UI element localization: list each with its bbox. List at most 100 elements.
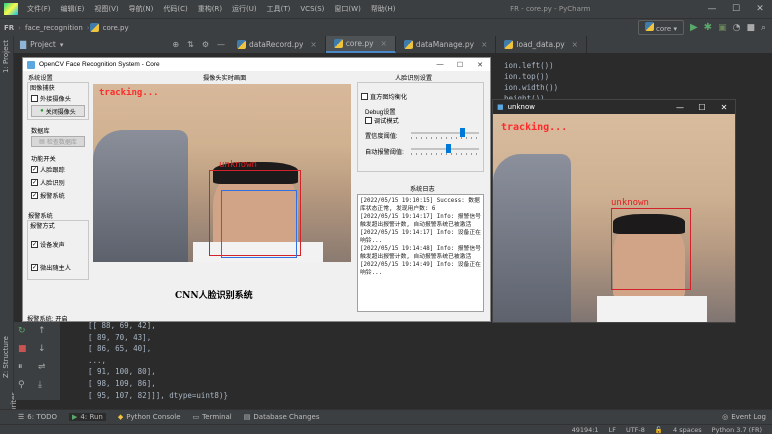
python-file-icon [89, 23, 99, 32]
run-icon[interactable]: ▶ [690, 22, 698, 33]
run-console[interactable]: [[ 88, 69, 42], [ 89, 70, 43], [ 86, 65,… [62, 320, 762, 401]
search-icon[interactable]: ⌕ [761, 23, 766, 33]
python-file-icon [403, 40, 413, 49]
cursor-position[interactable]: 49194:1 [572, 426, 599, 434]
confidence-threshold-slider[interactable] [411, 127, 479, 139]
menu-vcs[interactable]: VCS(S) [295, 5, 329, 13]
device-sound-checkbox[interactable]: ✓ 设备发声 [31, 240, 65, 249]
auto-alarm-threshold-slider[interactable] [411, 143, 479, 155]
tab-core[interactable]: core.py × [325, 36, 396, 53]
maximize-icon[interactable]: ☐ [724, 4, 748, 14]
close-icon[interactable]: × [481, 40, 487, 49]
menu-file[interactable]: 文件(F) [22, 4, 56, 14]
chevron-down-icon[interactable]: ▾ [60, 41, 64, 49]
menu-window[interactable]: 窗口(W) [329, 4, 365, 14]
close-icon[interactable]: ✕ [748, 4, 772, 14]
run-config-select[interactable]: core ▾ [637, 20, 684, 35]
slider-handle[interactable] [460, 128, 465, 137]
pause-icon[interactable]: ⏸ [18, 362, 23, 372]
breadcrumb-folder[interactable]: face_recognition [21, 24, 87, 32]
terminal-tool-button[interactable]: ▭ Terminal [193, 413, 232, 421]
python-interpreter[interactable]: Python 3.7 (FR) [712, 426, 762, 434]
slider-handle[interactable] [446, 144, 452, 153]
tab-datamanage[interactable]: dataManage.py × [396, 36, 497, 53]
tab-datarecord[interactable]: dataRecord.py × [229, 36, 326, 53]
editor-code[interactable]: ion.left()) ion.top()) ion.width()) heig… [492, 60, 772, 104]
tracking-status-text: tracking... [99, 88, 159, 98]
scroll-end-icon[interactable]: ⤓ [38, 380, 42, 390]
minimize-icon[interactable]: — [669, 103, 691, 112]
project-tool-tab[interactable]: 1: Project [2, 40, 10, 73]
check-database-button[interactable]: ▤ 检查数据库 [31, 136, 85, 147]
project-panel-title[interactable]: Project [30, 40, 56, 49]
up-icon[interactable]: ↑ [38, 326, 46, 336]
log-entry: [2022/05/15 19:14:48] Info: 报警信号触发超出报警计数… [360, 246, 481, 260]
notify-owner-checkbox[interactable]: ✓ 微出随主人 [31, 263, 71, 272]
lock-icon[interactable]: 🔓 [655, 426, 663, 434]
down-icon[interactable]: ↓ [38, 344, 46, 354]
terminal-icon: ▭ [192, 413, 200, 421]
stop-icon[interactable]: ■ [746, 23, 755, 33]
todo-tool-button[interactable]: ☰ 6: TODO [18, 413, 57, 421]
close-icon[interactable]: × [381, 39, 387, 48]
locate-icon[interactable]: ⊕ [172, 40, 179, 49]
close-icon[interactable]: × [310, 40, 316, 49]
hide-icon[interactable]: — [217, 40, 225, 49]
maximize-icon[interactable]: ☐ [691, 103, 713, 112]
checkbox-label: 报警系统 [40, 193, 65, 200]
minimize-icon[interactable]: — [700, 4, 724, 14]
database-changes-tool-button[interactable]: ▤ Database Changes [244, 413, 320, 421]
menu-tools[interactable]: 工具(T) [262, 4, 296, 14]
event-log-button[interactable]: ◎ Event Log [722, 413, 772, 421]
python-file-icon [333, 39, 343, 48]
collapse-icon[interactable]: ⇅ [187, 40, 194, 49]
editor-tabs: dataRecord.py × core.py × dataManage.py × l… [229, 36, 772, 53]
checkbox-label: 人脸跟踪 [40, 167, 65, 174]
file-encoding[interactable]: UTF-8 [626, 426, 645, 434]
close-icon[interactable]: × [572, 40, 578, 49]
face-recognition-checkbox[interactable]: ✓ 人脸识别 [31, 178, 65, 187]
histogram-eq-checkbox[interactable]: 直方图均衡化 [361, 92, 407, 101]
maximize-icon[interactable]: ☐ [450, 61, 470, 69]
rerun-icon[interactable]: ↻ [18, 326, 26, 336]
recognition-settings-title: 人脸识别设置 [395, 75, 433, 82]
menu-code[interactable]: 代码(C) [158, 4, 192, 14]
menu-help[interactable]: 帮助(H) [366, 4, 401, 14]
profile-icon[interactable]: ◔ [733, 23, 741, 33]
tracking-status-text: tracking... [501, 122, 568, 133]
wrap-icon[interactable]: ⇌ [38, 362, 46, 372]
breadcrumb-project[interactable]: FR [0, 24, 18, 32]
indent-setting[interactable]: 4 spaces [673, 426, 702, 434]
coverage-icon[interactable]: ▣ [718, 23, 727, 33]
python-console-tool-button[interactable]: ◆ Python Console [118, 413, 181, 421]
system-log[interactable]: [2022/05/15 19:10:15] Success: 数据库状态正常, … [357, 194, 484, 312]
menu-refactor[interactable]: 重构(R) [193, 4, 227, 14]
close-icon[interactable]: ✕ [713, 103, 735, 112]
debug-icon[interactable]: ✱ [704, 22, 712, 33]
stop-icon[interactable]: ■ [18, 344, 27, 354]
menu-run[interactable]: 运行(U) [227, 4, 262, 14]
menu-view[interactable]: 视图(V) [89, 4, 123, 14]
gear-icon[interactable]: ⚙ [202, 40, 209, 49]
face-tracking-checkbox[interactable]: ✓ 人脸跟踪 [31, 165, 65, 174]
log-entry: [2022/05/15 19:14:17] Info: 报警信号触发超出报警计数… [360, 214, 481, 228]
close-icon[interactable]: ✕ [470, 61, 490, 69]
checkbox-label: 直方图均衡化 [370, 94, 408, 101]
menu-edit[interactable]: 编辑(E) [56, 4, 90, 14]
close-camera-button[interactable]: ● 关闭摄像头 [31, 105, 85, 117]
minimize-icon[interactable]: — [430, 61, 450, 69]
external-camera-checkbox[interactable]: 外接摄像头 [31, 94, 71, 103]
menu-navigate[interactable]: 导航(N) [124, 4, 159, 14]
line-separator[interactable]: LF [609, 426, 616, 434]
run-tool-button[interactable]: ▶ 4: Run [69, 413, 106, 421]
pin-icon[interactable]: ⚲ [18, 380, 25, 390]
debug-mode-checkbox[interactable]: 调试模式 [365, 116, 399, 125]
navigation-bar: FR › face_recognition › core.py core ▾ ▶… [0, 18, 772, 36]
alarm-system-checkbox[interactable]: ✓ 报警系统 [31, 191, 65, 200]
breadcrumb-file[interactable]: core.py [99, 24, 133, 32]
tab-load-data[interactable]: load_data.py × [496, 36, 587, 53]
project-panel-header: ▇ Project ▾ ⊕ ⇅ ⚙ — [14, 36, 229, 53]
run-config-label: core [656, 25, 672, 33]
structure-tool-tab[interactable]: Z: Structure [2, 336, 10, 378]
slider-ticks [411, 137, 479, 139]
